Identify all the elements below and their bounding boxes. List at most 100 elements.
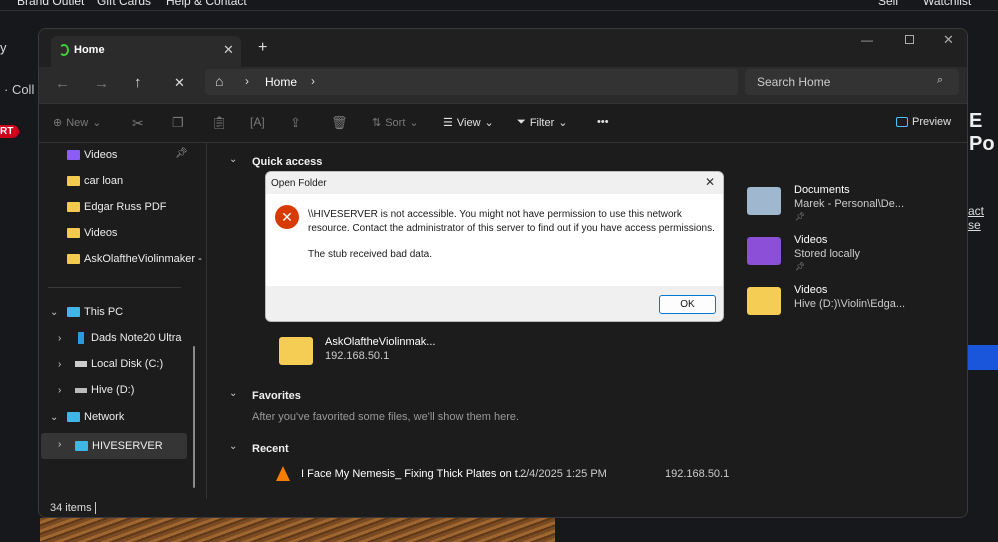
- item-location: Hive (D:)\Violin\Edga...: [794, 298, 906, 310]
- folder-icon: [67, 202, 80, 212]
- dialog-close-icon[interactable]: ✕: [705, 175, 715, 189]
- more-button[interactable]: •••: [597, 116, 609, 128]
- pin-icon: 📌︎: [795, 262, 806, 271]
- status-bar: 34 items: [39, 499, 967, 517]
- page-fragment: · Coll: [4, 82, 35, 97]
- nav-gift-cards[interactable]: Gift Cards: [97, 0, 151, 8]
- recent-file-row[interactable]: I Face My Nemesis_ Fixing Thick Plates o…: [267, 463, 967, 487]
- breadcrumb-home[interactable]: Home: [265, 75, 297, 89]
- stop-icon[interactable]: ✕: [174, 75, 185, 91]
- quick-access-header[interactable]: Quick access: [252, 156, 322, 168]
- sidebar-item-label: Network: [84, 411, 125, 423]
- sort-button[interactable]: ⇅ Sort ⌄: [372, 116, 419, 130]
- chevron-right-icon[interactable]: ›: [58, 333, 61, 344]
- pin-icon: 📌︎: [795, 212, 806, 221]
- chevron-right-icon: ›: [58, 439, 62, 450]
- hiveserver-row: HIVESERVER: [75, 436, 163, 456]
- filter-button[interactable]: ⏷ Filter ⌄: [517, 116, 567, 129]
- chevron-down-icon[interactable]: ⌄: [229, 388, 237, 399]
- nav-help[interactable]: Help & Contact: [166, 0, 247, 8]
- nav-brand-outlet[interactable]: Brand Outlet: [17, 0, 84, 8]
- quick-access-item[interactable]: Videos Hive (D:)\Violin\Edga...: [745, 283, 945, 325]
- back-icon[interactable]: ←: [55, 75, 70, 92]
- chevron-right-icon[interactable]: ›: [58, 385, 61, 396]
- cut-icon[interactable]: ✂: [132, 115, 144, 132]
- page-button[interactable]: [968, 345, 998, 370]
- sidebar-item-hive[interactable]: Hive (D:): [75, 380, 134, 400]
- chevron-down-icon[interactable]: ⌄: [50, 412, 58, 423]
- view-icon: ☰: [443, 117, 453, 129]
- ok-button[interactable]: OK: [659, 295, 716, 314]
- rename-icon[interactable]: [A]: [250, 115, 265, 129]
- chevron-down-icon[interactable]: ⌄: [50, 307, 58, 318]
- file-date: 2/4/2025 1:25 PM: [520, 468, 607, 480]
- title-bar: Home ✕ + — ✕: [39, 29, 967, 67]
- sidebar-item-askolaf[interactable]: AskOlaftheViolinmaker -: [67, 249, 202, 269]
- item-count: 34 items: [50, 502, 92, 514]
- command-bar: ⊕ New ⌄ ✂ ❐ 📋︎ [A] ⇪ 🗑︎ ⇅ Sort ⌄ ☰ View ⌄ ⏷…: [39, 103, 967, 143]
- page-link[interactable]: act se: [968, 204, 998, 232]
- sidebar-item-videos-2[interactable]: Videos: [67, 223, 117, 243]
- close-tab-icon[interactable]: ✕: [223, 42, 234, 58]
- preview-label: Preview: [912, 116, 952, 128]
- up-icon[interactable]: ↑: [134, 74, 142, 91]
- pin-icon: 📌︎: [175, 148, 188, 159]
- paste-icon[interactable]: 📋︎: [211, 115, 228, 131]
- new-button[interactable]: ⊕ New ⌄: [53, 116, 101, 130]
- maximize-icon[interactable]: [905, 35, 914, 44]
- item-name: Documents: [794, 184, 850, 196]
- sidebar-item-car-loan[interactable]: car loan: [67, 171, 123, 191]
- monitor-icon: [67, 307, 80, 317]
- dialog-footer: OK: [266, 286, 723, 321]
- dialog-message: \\HIVESERVER is not accessible. You migh…: [308, 209, 715, 234]
- phone-icon: [78, 332, 84, 344]
- favorites-header[interactable]: Favorites: [252, 390, 301, 402]
- plus-circle-icon: ⊕: [53, 117, 63, 129]
- dialog-detail: The stub received bad data.: [308, 249, 432, 260]
- sort-icon: ⇅: [372, 117, 382, 129]
- search-input[interactable]: Search Home ⌕: [745, 69, 959, 95]
- recent-header[interactable]: Recent: [252, 443, 289, 455]
- view-button[interactable]: ☰ View ⌄: [443, 116, 494, 130]
- network-icon: [67, 412, 80, 422]
- quick-access-item[interactable]: Videos Stored locally 📌︎: [745, 233, 945, 275]
- divider: [95, 502, 96, 514]
- new-tab-button[interactable]: +: [258, 39, 267, 57]
- chevron-down-icon[interactable]: ⌄: [229, 441, 237, 452]
- quick-access-item[interactable]: Documents Marek - Personal\De... 📌︎: [745, 183, 945, 225]
- sidebar-item-label: Hive (D:): [91, 384, 135, 396]
- sidebar-item-hiveserver[interactable]: › HIVESERVER: [41, 433, 187, 459]
- sidebar-item-videos[interactable]: Videos: [67, 145, 117, 165]
- chevron-right-icon[interactable]: ›: [58, 359, 61, 370]
- sidebar-item-phone[interactable]: Dads Note20 Ultra: [75, 328, 182, 348]
- nav-sell[interactable]: Sell: [878, 0, 898, 8]
- item-name: Videos: [794, 284, 828, 296]
- new-label: New: [66, 116, 89, 129]
- sidebar-scrollbar[interactable]: [193, 346, 195, 488]
- close-window-icon[interactable]: ✕: [943, 32, 954, 48]
- copy-icon[interactable]: ❐: [172, 115, 184, 131]
- sidebar-item-network[interactable]: Network: [67, 407, 124, 427]
- tab-home[interactable]: Home ✕: [51, 36, 241, 67]
- badge: RT: [0, 125, 20, 138]
- minimize-icon[interactable]: —: [861, 33, 873, 47]
- favorites-empty-text: After you've favorited some files, we'll…: [252, 411, 520, 423]
- sidebar-item-local-disk[interactable]: Local Disk (C:): [75, 354, 163, 374]
- page-fragment: y: [0, 40, 7, 55]
- quick-access-item[interactable]: AskOlaftheViolinmak... 192.168.50.1: [277, 333, 477, 375]
- drive-icon: [75, 361, 87, 367]
- chevron-right-icon[interactable]: ›: [311, 74, 315, 88]
- sidebar-item-this-pc[interactable]: This PC: [67, 302, 123, 322]
- vlc-icon: [276, 466, 290, 481]
- sidebar-item-edgar-russ-pdf[interactable]: Edgar Russ PDF: [67, 197, 167, 217]
- item-location: Marek - Personal\De...: [794, 198, 905, 210]
- preview-button[interactable]: Preview: [896, 116, 951, 128]
- nav-watchlist[interactable]: Watchlist: [923, 0, 971, 8]
- loading-icon: [59, 44, 69, 56]
- share-icon[interactable]: ⇪: [290, 115, 301, 131]
- preview-icon: [896, 117, 908, 127]
- delete-icon[interactable]: 🗑︎: [331, 115, 348, 131]
- chevron-down-icon[interactable]: ⌄: [229, 154, 237, 165]
- forward-icon[interactable]: →: [94, 75, 109, 92]
- address-bar[interactable]: ⌂ › Home ›: [205, 69, 738, 95]
